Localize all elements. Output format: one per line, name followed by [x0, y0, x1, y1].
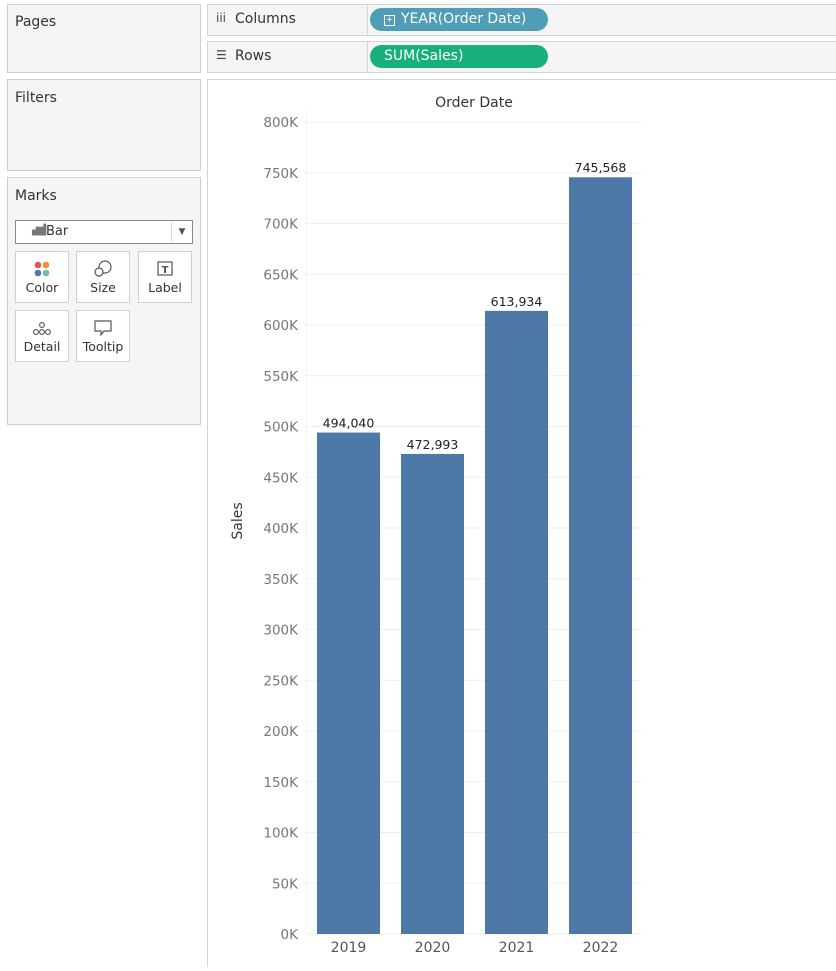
color-button[interactable]: Color — [15, 251, 69, 303]
rows-shelf[interactable]: ☰ Rows SUM(Sales) — [207, 41, 836, 73]
filters-card[interactable]: Filters — [7, 79, 201, 171]
bar — [401, 453, 464, 934]
y-tick-label: 300K — [263, 623, 299, 639]
columns-label: Columns — [235, 11, 296, 27]
mark-type-label: Bar — [46, 224, 69, 239]
data-label: 472,993 — [407, 437, 459, 452]
expand-plus-icon[interactable]: + — [384, 15, 395, 26]
size-button-label: Size — [90, 280, 116, 295]
data-label: 494,040 — [323, 416, 375, 431]
y-tick-label: 600K — [263, 318, 299, 334]
x-tick-label: 2019 — [331, 940, 367, 956]
bar — [485, 310, 548, 934]
rows-label: Rows — [235, 48, 272, 64]
bar-chart: Order Date Sales 0K 50K 100K 150K 200K 250K 30… — [230, 95, 641, 956]
x-axis-ticks: 2019 2020 2021 2022 — [331, 940, 619, 956]
color-button-label: Color — [25, 280, 59, 295]
size-icon — [77, 252, 129, 278]
columns-shelf-label: iii Columns — [208, 5, 368, 35]
y-tick-label: 750K — [263, 166, 299, 182]
detail-button-label: Detail — [23, 339, 61, 354]
y-tick-label: 700K — [263, 217, 299, 233]
year-order-date-pill[interactable]: + YEAR(Order Date) — [370, 8, 548, 31]
y-tick-label: 150K — [263, 775, 299, 791]
columns-pill-text: YEAR(Order Date) — [401, 11, 527, 27]
columns-shelf[interactable]: iii Columns + YEAR(Order Date) — [207, 4, 836, 36]
tooltip-button-label: Tooltip — [82, 339, 124, 354]
text-label-icon: T — [139, 252, 191, 278]
rows-shelf-label: ☰ Rows — [208, 42, 368, 72]
x-tick-label: 2021 — [499, 940, 535, 956]
tooltip-icon — [77, 311, 129, 337]
bar — [317, 432, 380, 934]
y-tick-label: 800K — [263, 115, 299, 131]
y-tick-label: 650K — [263, 267, 299, 283]
label-button[interactable]: T Label — [138, 251, 192, 303]
color-icon — [16, 252, 68, 278]
y-tick-label: 350K — [263, 572, 299, 588]
y-tick-label: 550K — [263, 369, 299, 385]
y-tick-label: 200K — [263, 724, 299, 740]
sum-sales-pill[interactable]: SUM(Sales) — [370, 45, 548, 68]
data-label: 613,934 — [491, 294, 543, 309]
y-tick-label: 100K — [263, 826, 299, 842]
y-tick-label: 250K — [263, 673, 299, 689]
y-tick-label: 500K — [263, 420, 299, 436]
chevron-down-icon[interactable]: ▼ — [171, 221, 192, 243]
marks-card: Marks ▗▆▍ Bar ▼ Color Size T Label Detai… — [7, 177, 201, 425]
columns-icon: iii — [216, 11, 227, 25]
rows-pill-text: SUM(Sales) — [384, 48, 464, 64]
mark-type-dropdown[interactable]: ▗▆▍ Bar ▼ — [15, 220, 193, 244]
rows-icon: ☰ — [216, 48, 227, 62]
marks-title: Marks — [15, 188, 57, 204]
y-tick-label: 450K — [263, 470, 299, 486]
svg-text:T: T — [162, 265, 169, 276]
y-tick-label: 400K — [263, 521, 299, 537]
x-tick-label: 2020 — [415, 940, 451, 956]
label-button-label: Label — [148, 280, 182, 295]
size-button[interactable]: Size — [76, 251, 130, 303]
bar — [569, 177, 632, 934]
data-label: 745,568 — [575, 160, 627, 175]
chart-title: Order Date — [435, 95, 513, 111]
detail-icon — [16, 311, 68, 337]
filters-title: Filters — [15, 90, 57, 106]
bars: 494,040 472,993 613,934 745,568 — [317, 160, 632, 934]
x-tick-label: 2022 — [583, 940, 619, 956]
y-tick-label: 50K — [272, 876, 299, 892]
y-axis-label: Sales — [230, 502, 246, 539]
pages-card[interactable]: Pages — [7, 4, 201, 73]
tooltip-button[interactable]: Tooltip — [76, 310, 130, 362]
pages-title: Pages — [15, 14, 57, 30]
chart-area: Order Date Sales 0K 50K 100K 150K 200K 250K 30… — [207, 79, 836, 967]
detail-button[interactable]: Detail — [15, 310, 69, 362]
y-axis-ticks: 0K 50K 100K 150K 200K 250K 300K 350K 400K 450K 500… — [263, 115, 299, 943]
y-tick-label: 0K — [281, 927, 300, 943]
